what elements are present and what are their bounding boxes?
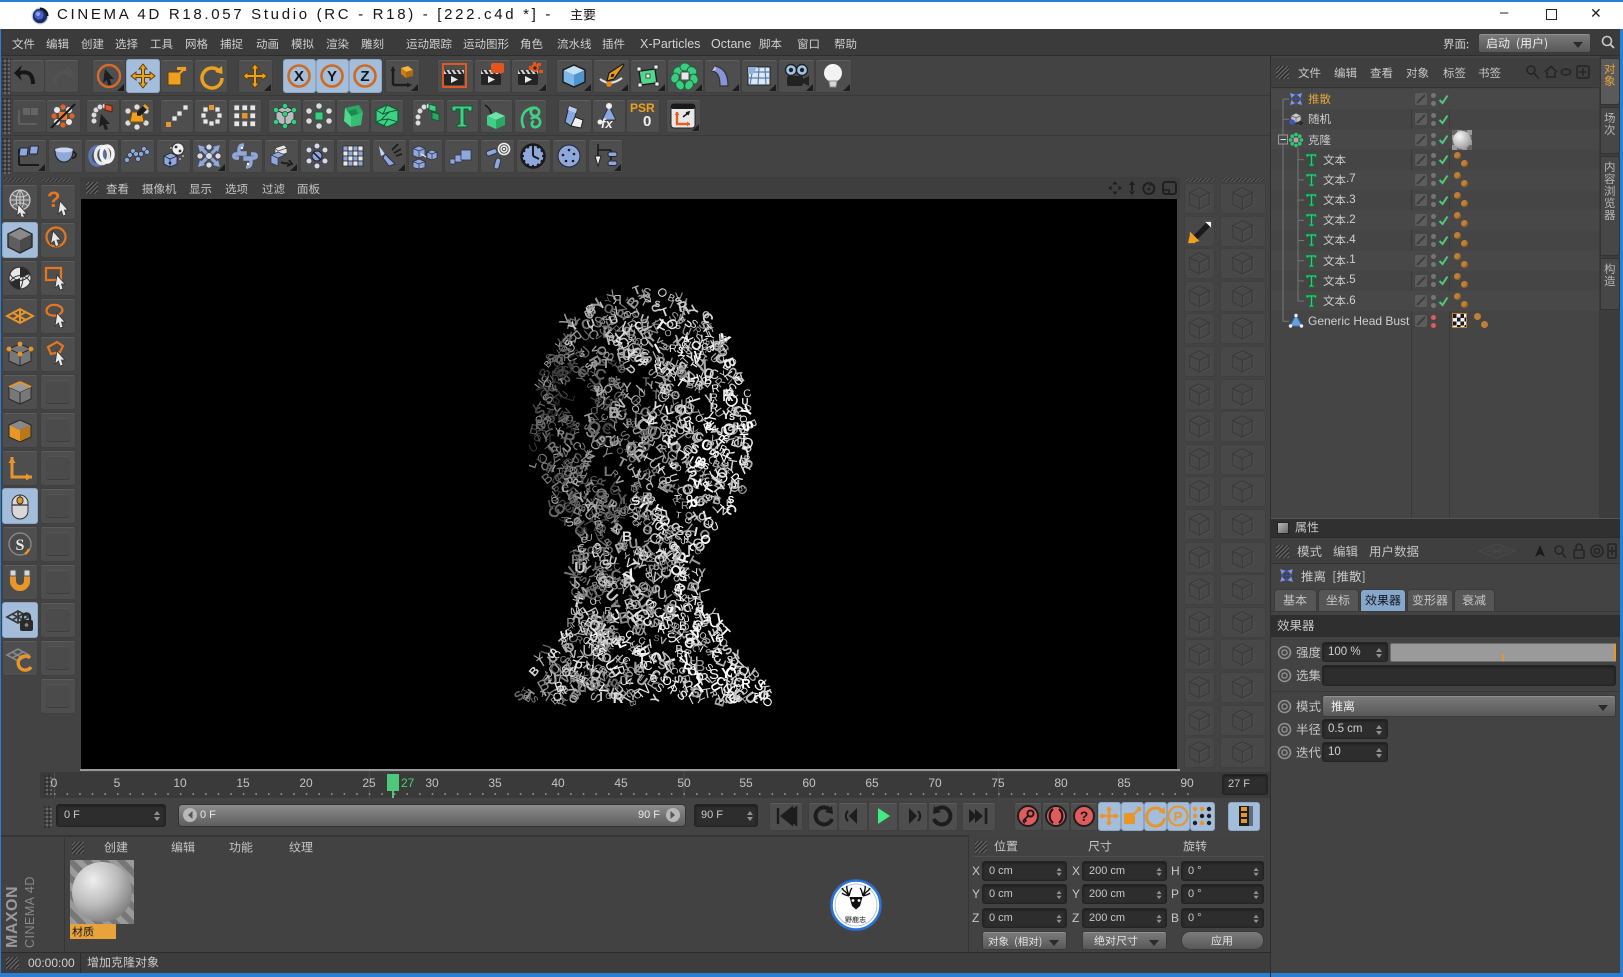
svg-text:Y: Y [590,497,596,507]
svg-text:S: S [679,570,687,584]
svg-text:T: T [675,510,682,521]
svg-text:Y: Y [722,408,730,422]
svg-text:Y: Y [724,388,734,405]
svg-text:L: L [604,463,613,479]
svg-text:R: R [612,292,621,307]
svg-text:V: V [633,622,643,639]
svg-text:V: V [692,475,702,491]
svg-text:Y: Y [647,692,663,706]
svg-text:L: L [615,375,621,386]
svg-text:U: U [638,388,646,400]
svg-text:R: R [566,615,575,630]
svg-text:U: U [741,397,748,408]
svg-text:X: X [294,68,304,85]
svg-text:C: C [581,535,588,545]
svg-text:R: R [675,644,683,655]
svg-text:?: ? [47,187,60,212]
svg-text:S: S [727,655,734,666]
svg-text:O: O [552,689,563,704]
svg-text:B: B [627,327,636,343]
svg-text:U: U [628,535,639,551]
svg-text:L: L [687,369,696,385]
svg-text:T: T [561,514,569,529]
svg-text:T: T [642,375,650,389]
svg-text:fx: fx [601,116,613,130]
svg-text:Y: Y [327,68,337,85]
svg-text:U: U [666,472,682,484]
svg-text:S: S [16,537,25,554]
svg-text:0: 0 [643,113,651,129]
svg-text:P: P [1174,809,1183,824]
svg-text:?: ? [1080,808,1089,824]
svg-text:R: R [535,416,545,432]
svg-text:U: U [602,608,612,624]
svg-text:T: T [604,403,610,414]
svg-text:R: R [711,383,721,396]
svg-text:Z: Z [360,68,369,85]
svg-text:Y: Y [554,407,564,423]
svg-text:Y: Y [597,630,606,645]
svg-text:Y: Y [663,362,669,372]
svg-text:O: O [550,493,557,503]
svg-text:T: T [575,592,581,603]
svg-text:B: B [704,373,712,387]
